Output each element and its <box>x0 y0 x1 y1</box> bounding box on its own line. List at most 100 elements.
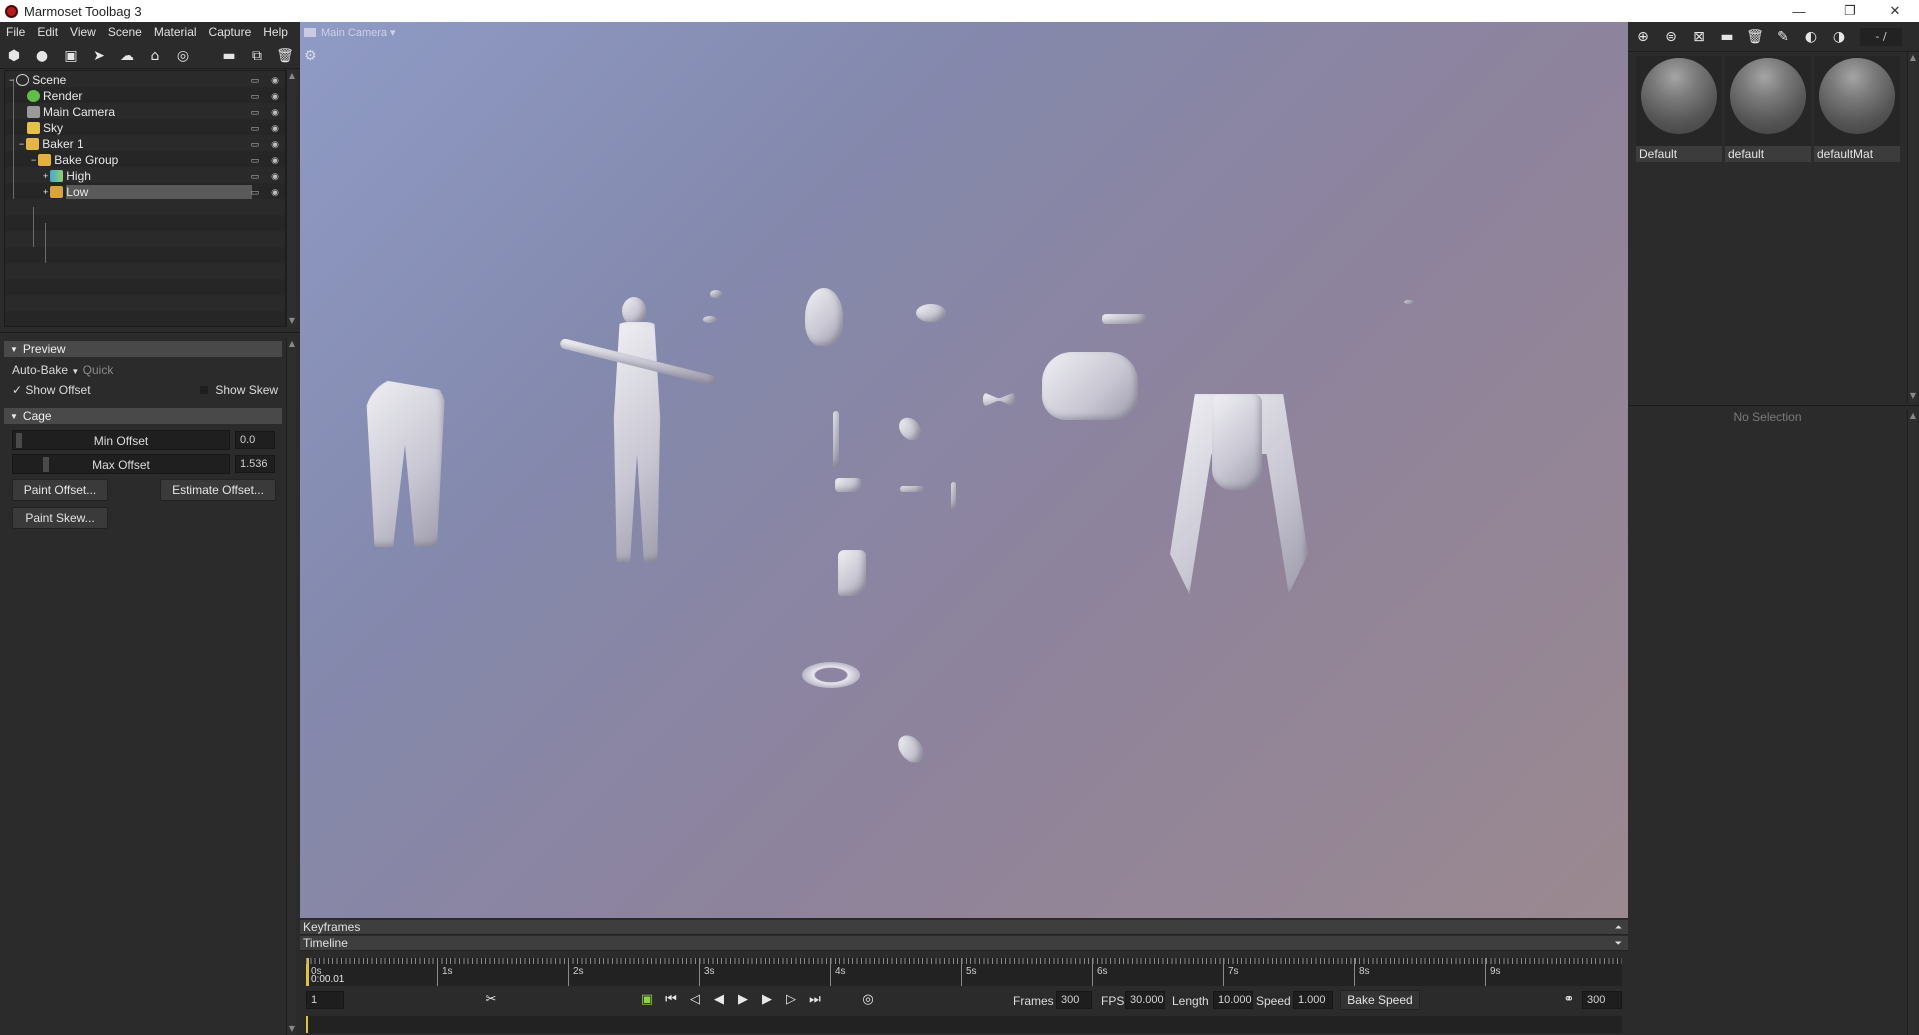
auto-bake-dropdown[interactable]: Auto-Bake ▼ Quick <box>12 363 113 377</box>
prev-key-icon[interactable]: ◁ <box>687 992 703 1008</box>
outliner-item-low[interactable]: + Low ▭ ◉ <box>5 184 285 200</box>
outliner-item-scene[interactable]: − Scene ▭ ◉ <box>5 72 285 88</box>
bake-speed-button[interactable]: Bake Speed <box>1340 990 1420 1010</box>
outliner-item-render[interactable]: Render ▭ ◉ <box>5 88 285 104</box>
record-icon[interactable]: ◎ <box>860 992 876 1008</box>
close-button[interactable]: ✕ <box>1873 0 1917 22</box>
outliner-item-bake-group[interactable]: − Bake Group ▭ ◉ <box>5 152 285 168</box>
quick-option[interactable]: Quick <box>83 363 114 377</box>
eye-icon[interactable]: ◉ <box>269 186 281 198</box>
eye-icon[interactable]: ◉ <box>269 170 281 182</box>
eye-icon[interactable]: ◉ <box>269 122 281 134</box>
render-icon[interactable]: ◎ <box>174 47 192 65</box>
lock-icon[interactable]: ▭ <box>249 90 261 102</box>
folder-icon[interactable]: ▬ <box>220 47 238 65</box>
loop-icon[interactable]: ▣ <box>639 992 655 1008</box>
paint-skew-button[interactable]: Paint Skew... <box>12 507 108 529</box>
picker-icon[interactable]: ✎ <box>1774 28 1792 46</box>
collapse-down-icon[interactable]: ⏷ <box>1615 936 1622 951</box>
restore-button[interactable]: ❐ <box>1828 0 1872 22</box>
estimate-offset-button[interactable]: Estimate Offset... <box>160 479 276 501</box>
lock-icon[interactable]: ▭ <box>249 74 261 86</box>
trash-icon[interactable]: 🗑 <box>276 47 294 65</box>
menu-file[interactable]: File <box>0 25 31 39</box>
viewport-settings-icon[interactable]: ⚙ <box>304 48 317 64</box>
length-field[interactable]: 10.000 <box>1213 991 1253 1009</box>
lock-icon[interactable]: ▭ <box>249 106 261 118</box>
lock-icon[interactable]: ▭ <box>249 186 261 198</box>
prev-frame-icon[interactable]: ◀ <box>711 992 727 1008</box>
next-frame-icon[interactable]: ▶ <box>759 992 775 1008</box>
copy-material-icon[interactable]: ⊜ <box>1662 28 1680 46</box>
object-icon[interactable]: ⬢ <box>5 47 23 65</box>
link-icon[interactable]: ⚭ <box>1561 992 1577 1008</box>
outliner-item-baker[interactable]: − Baker 1 ▭ ◉ <box>5 136 285 152</box>
paint-offset-button[interactable]: Paint Offset... <box>12 479 108 501</box>
eye-icon[interactable]: ◉ <box>269 74 281 86</box>
eye-icon[interactable]: ◉ <box>269 106 281 118</box>
menu-edit[interactable]: Edit <box>31 25 64 39</box>
material-thumb-defaultmat[interactable] <box>1814 56 1900 146</box>
light-icon[interactable]: ● <box>33 47 51 65</box>
frames-field[interactable]: 300 <box>1056 991 1092 1009</box>
max-offset-value[interactable]: 1.536 <box>235 455 275 473</box>
fps-field[interactable]: 30.000 <box>1125 991 1165 1009</box>
speed-field[interactable]: 1.000 <box>1293 991 1333 1009</box>
3d-viewport[interactable]: Main Camera ▾ ⚙ <box>300 22 1628 918</box>
cage-section-header[interactable]: ▼ Cage <box>4 408 282 424</box>
material-scrollbar[interactable]: ▲ ▼ <box>1907 52 1917 402</box>
preview-section-header[interactable]: ▼ Preview <box>4 341 282 357</box>
folder-icon[interactable]: ▬ <box>1718 28 1736 46</box>
outliner-scrollbar[interactable]: ▲ ▼ <box>286 70 296 327</box>
menu-view[interactable]: View <box>64 25 102 39</box>
eye-icon[interactable]: ◉ <box>269 154 281 166</box>
eye-icon[interactable]: ◉ <box>269 90 281 102</box>
min-offset-value[interactable]: 0.0 <box>235 431 275 449</box>
add-material-icon[interactable]: ⊕ <box>1634 28 1652 46</box>
show-skew-checkbox[interactable]: Show Skew <box>200 383 278 397</box>
baker-icon[interactable]: ⌂ <box>146 47 164 65</box>
keyframe-track[interactable] <box>306 1016 1622 1033</box>
lock-icon[interactable]: ▭ <box>249 154 261 166</box>
checker-icon[interactable]: ⊠ <box>1690 28 1708 46</box>
properties-scrollbar[interactable]: ▲ ▼ <box>286 338 296 1035</box>
browse-icon[interactable]: ◐ <box>1802 28 1820 46</box>
library-icon[interactable]: ◑ <box>1830 28 1848 46</box>
sky-icon[interactable]: ☁ <box>118 47 136 65</box>
trim-icon[interactable]: ✂ <box>483 992 499 1008</box>
camera-icon[interactable]: ▣ <box>62 47 80 65</box>
minimize-button[interactable]: — <box>1777 0 1821 22</box>
lock-icon[interactable]: ▭ <box>249 138 261 150</box>
max-offset-slider[interactable]: Max Offset <box>12 454 230 474</box>
next-key-icon[interactable]: ▷ <box>783 992 799 1008</box>
menu-capture[interactable]: Capture <box>203 25 258 39</box>
menu-help[interactable]: Help <box>257 25 294 39</box>
properties-scrollbar-right[interactable]: ▲ <box>1907 410 1917 1035</box>
outliner-item-sky[interactable]: Sky ▭ ◉ <box>5 120 285 136</box>
frame-field[interactable]: 1 <box>306 991 344 1009</box>
eye-icon[interactable]: ◉ <box>269 138 281 150</box>
show-offset-checkbox[interactable]: ✓ Show Offset <box>12 383 91 397</box>
plane-icon[interactable]: ➤ <box>90 47 108 65</box>
last-frame-icon[interactable]: ⏭ <box>807 992 823 1008</box>
timeline-ruler[interactable]: 0s 1s 2s 3s 4s 5s 6s 7s 8s 9s 0:00.01 <box>306 958 1622 986</box>
trash-icon[interactable]: 🗑 <box>1746 28 1764 46</box>
lock-icon[interactable]: ▭ <box>249 122 261 134</box>
play-icon[interactable]: ▶ <box>735 992 751 1008</box>
material-thumb-default[interactable] <box>1636 56 1722 146</box>
zoom-control[interactable]: - / <box>1860 28 1902 46</box>
camera-selector[interactable]: Main Camera ▾ <box>304 26 396 39</box>
duplicate-icon[interactable]: ⧉ <box>248 47 266 65</box>
collapse-up-icon[interactable]: ⏶ <box>1615 920 1622 935</box>
material-thumb-default-2[interactable] <box>1725 56 1811 146</box>
outliner-item-main-camera[interactable]: Main Camera ▭ ◉ <box>5 104 285 120</box>
menu-scene[interactable]: Scene <box>102 25 148 39</box>
keyframes-header[interactable]: Keyframes ⏶ <box>300 920 1628 935</box>
timeline-header[interactable]: Timeline ⏷ <box>300 936 1628 951</box>
first-frame-icon[interactable]: ⏮ <box>663 992 679 1008</box>
min-offset-slider[interactable]: Min Offset <box>12 430 230 450</box>
menu-material[interactable]: Material <box>148 25 203 39</box>
lock-icon[interactable]: ▭ <box>249 170 261 182</box>
outliner-item-high[interactable]: + High ▭ ◉ <box>5 168 285 184</box>
end-frame-field[interactable]: 300 <box>1582 991 1622 1009</box>
